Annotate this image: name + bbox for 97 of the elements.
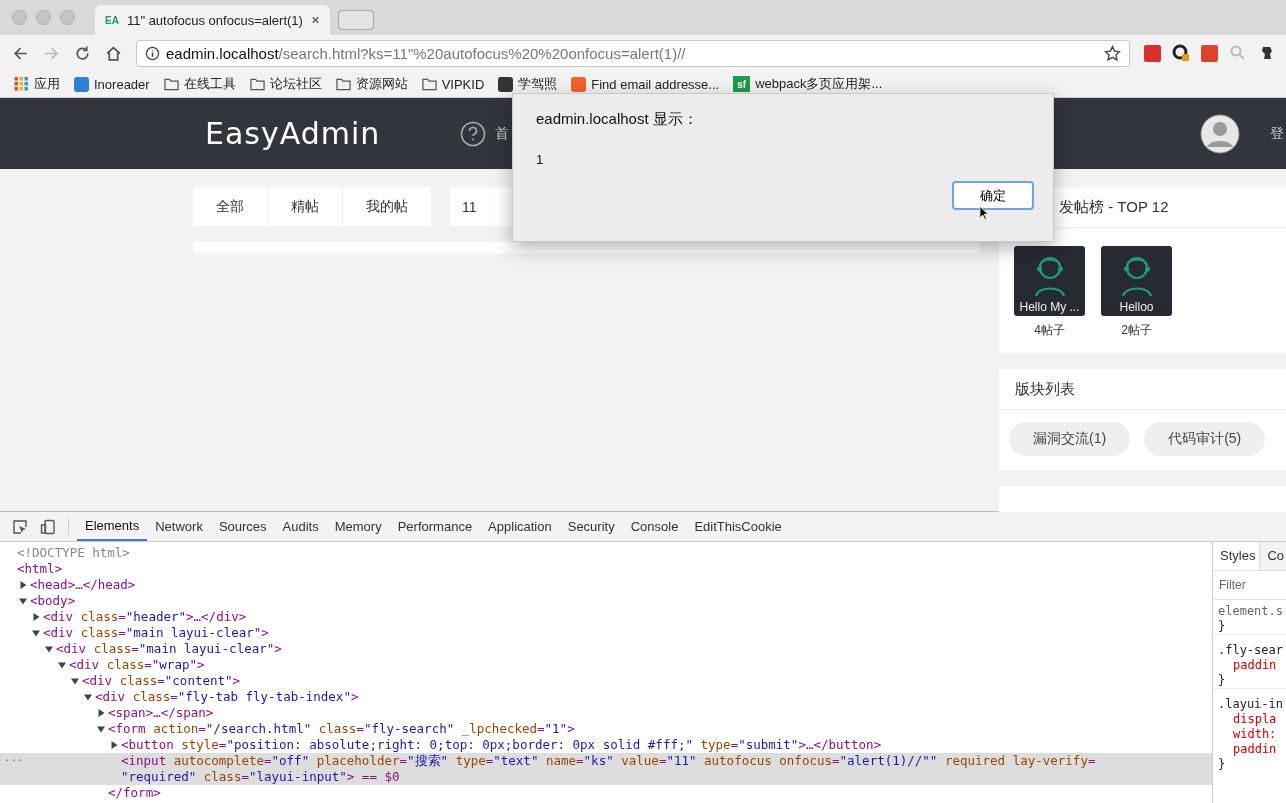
devtools-tab[interactable]: Network xyxy=(147,512,211,541)
dom-node[interactable]: <div class="header">…</div> xyxy=(43,609,247,625)
home-icon[interactable] xyxy=(105,44,122,62)
styles-tab[interactable]: Styles xyxy=(1213,542,1261,570)
devtools-tab[interactable]: Audits xyxy=(274,512,327,541)
style-rule-text: .fly-sear xyxy=(1213,634,1286,658)
folder-icon xyxy=(335,77,351,91)
devtools-tab[interactable]: Memory xyxy=(326,512,390,541)
styles-tab[interactable]: Co xyxy=(1260,542,1286,570)
bookmark[interactable]: sf webpack多页应用架... xyxy=(733,75,883,93)
devtools-tab[interactable]: Elements xyxy=(77,512,148,541)
ok-button[interactable]: 确定 xyxy=(952,181,1034,210)
bookmark[interactable]: Inoreader xyxy=(74,76,150,92)
nav-link[interactable]: 首 xyxy=(495,124,510,143)
expand-arrow-icon[interactable] xyxy=(19,597,27,605)
favicon-icon: EA xyxy=(105,14,119,26)
address-field[interactable]: eadmin.localhost/search.html?ks=11"%20autofocus%20%20onfocus=alert(1)// xyxy=(136,39,1130,67)
style-rule-text: .layui-in xyxy=(1213,688,1286,712)
login-link[interactable]: 登 xyxy=(1270,124,1286,143)
apps-grid-icon xyxy=(14,77,29,91)
close-icon[interactable] xyxy=(310,15,320,25)
bookmark[interactable]: 资源网站 xyxy=(335,75,408,93)
dom-node[interactable]: <input autocomplete="off" placeholder="搜索" type="text" name="ks" value="11" autofocus onfocus="alert(1)//"" required lay-verify= xyxy=(121,753,1096,769)
devtools-tab[interactable]: Performance xyxy=(389,512,481,541)
post-count: 2帖子 xyxy=(1121,322,1152,339)
user-name: Helloo xyxy=(1101,300,1172,314)
dom-node[interactable]: <html> xyxy=(17,561,63,577)
browser-tab[interactable]: EA 11" autofocus onfocus=alert(1) xyxy=(95,5,330,35)
filter-tab[interactable]: 全部 xyxy=(193,187,268,226)
extension-icon[interactable] xyxy=(1172,44,1190,62)
user-card[interactable]: Helloo xyxy=(1101,246,1172,316)
expand-arrow-icon[interactable] xyxy=(71,677,79,685)
expand-arrow-icon[interactable] xyxy=(110,741,118,749)
expand-arrow-icon[interactable] xyxy=(45,645,53,653)
style-rule-text: } xyxy=(1217,673,1227,688)
user-avatar-icon[interactable] xyxy=(1200,113,1240,154)
folder-icon xyxy=(421,77,437,91)
bookmark[interactable]: 在线工具 xyxy=(163,75,236,93)
expand-arrow-icon[interactable] xyxy=(19,581,27,589)
reload-icon[interactable] xyxy=(74,44,91,62)
folder-icon xyxy=(249,77,265,91)
dom-node[interactable]: <span>…</span> xyxy=(108,705,214,721)
style-rule-text: element.s xyxy=(1217,604,1285,619)
dialog-title: eadmin.localhost 显示： xyxy=(536,110,699,129)
dom-node[interactable]: <div class="main layui-clear"> xyxy=(43,625,269,641)
devtools-tab[interactable]: Application xyxy=(480,512,560,541)
device-icon[interactable] xyxy=(40,518,56,535)
style-rule-text: } xyxy=(1217,757,1227,772)
post-count: 4帖子 xyxy=(1034,322,1065,339)
expand-arrow-icon[interactable] xyxy=(32,613,40,621)
bookmark[interactable]: 应用 xyxy=(14,75,60,93)
bookmark[interactable]: Find email addresse... xyxy=(571,76,720,92)
style-rule-text: width: xyxy=(1232,727,1278,742)
info-icon xyxy=(145,45,160,61)
dom-node[interactable]: <div class="fly-tab fly-tab-index"> xyxy=(95,689,359,705)
devtools-tab[interactable]: EditThisCookie xyxy=(686,512,790,541)
dom-node[interactable]: <div class="wrap"> xyxy=(69,657,205,673)
filter-tab[interactable]: 精帖 xyxy=(268,187,343,226)
devtools-tab[interactable]: Security xyxy=(559,512,623,541)
expand-arrow-icon[interactable] xyxy=(58,661,66,669)
dom-node[interactable]: <body> xyxy=(30,593,76,609)
site-logo[interactable]: EasyAdmin xyxy=(205,116,381,151)
url-text: eadmin.localhost/search.html?ks=11"%20autofocus%20%20onfocus=alert(1)// xyxy=(166,44,687,62)
dom-node[interactable]: <button style="position: absolute;right: 0;top: 0px;border: 0px solid #fff;" type="submit">…</button> xyxy=(121,737,882,753)
style-rule-text: } xyxy=(1217,619,1227,634)
bookmark[interactable]: 论坛社区 xyxy=(249,75,322,93)
tab-title: 11" autofocus onfocus=alert(1) xyxy=(126,12,303,28)
expand-arrow-icon[interactable] xyxy=(32,629,40,637)
user-card[interactable]: Hello My ... xyxy=(1014,246,1085,316)
devtools-tab[interactable]: Sources xyxy=(210,512,275,541)
bookmark[interactable]: VIPKID xyxy=(421,76,485,92)
folder-icon xyxy=(163,77,179,91)
style-rule-text: displa xyxy=(1232,712,1278,727)
expand-arrow-icon[interactable] xyxy=(84,693,92,701)
style-rule-text: paddin xyxy=(1232,658,1278,673)
style-rule-text: paddin xyxy=(1232,742,1278,757)
cursor-icon xyxy=(979,205,989,221)
site-icon: sf xyxy=(733,76,751,92)
dom-node[interactable]: </form> xyxy=(108,785,161,801)
expand-arrow-icon[interactable] xyxy=(97,709,105,717)
inspect-icon[interactable] xyxy=(12,518,28,535)
devtools-tab[interactable]: Console xyxy=(622,512,687,541)
filter-tab[interactable]: 我的帖 xyxy=(343,187,432,226)
dom-node[interactable]: <div class="main layui-clear"> xyxy=(56,641,282,657)
board-tag[interactable]: 漏洞交流(1) xyxy=(1009,422,1131,456)
dialog-message: 1 xyxy=(536,152,545,167)
dom-node[interactable]: <head>…</head> xyxy=(30,577,136,593)
dom-node[interactable]: <!DOCTYPE html> xyxy=(17,545,130,561)
user-name: Hello My ... xyxy=(1014,300,1085,314)
bookmark[interactable]: 学驾照 xyxy=(498,75,558,93)
dom-node[interactable]: <div class="content"> xyxy=(82,673,241,689)
expand-arrow-icon[interactable] xyxy=(97,725,105,733)
dom-node[interactable]: <form action="/search.html" class="fly-search" _lpchecked="1"> xyxy=(108,721,575,737)
help-icon xyxy=(460,120,487,147)
panel-title: 版块列表 xyxy=(999,369,1286,410)
star-icon[interactable] xyxy=(1104,44,1121,62)
board-tag[interactable]: 代码审计(5) xyxy=(1144,422,1266,456)
